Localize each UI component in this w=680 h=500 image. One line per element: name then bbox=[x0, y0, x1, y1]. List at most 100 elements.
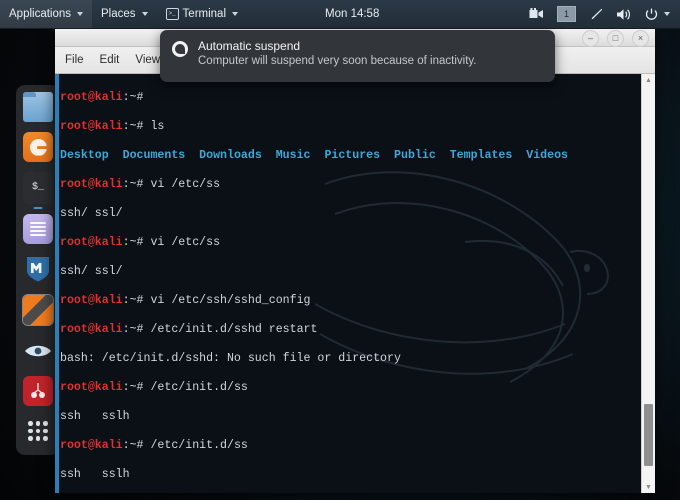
terminal-body[interactable]: root@kali:~# root@kali:~# ls Desktop Doc… bbox=[55, 74, 655, 493]
dock-item-text-editor[interactable] bbox=[23, 214, 53, 244]
dir-item: Music bbox=[275, 148, 311, 162]
terminal-output-text: ssh/ ssl/ bbox=[60, 206, 123, 220]
menu-applications[interactable]: Applications bbox=[0, 0, 93, 28]
shell-prompt-user: root@kali bbox=[60, 90, 123, 104]
shell-prompt-tail: :~# bbox=[122, 235, 151, 249]
shell-prompt-user: root@kali bbox=[60, 177, 123, 191]
notification-popup[interactable]: Automatic suspend Computer will suspend … bbox=[160, 30, 555, 82]
terminal-line: root@kali:~# vi /etc/ss bbox=[60, 178, 641, 193]
clock-label: Mon 14:58 bbox=[325, 8, 380, 20]
system-tray: 1 bbox=[523, 0, 676, 28]
dock-item-firefox[interactable] bbox=[23, 132, 53, 162]
active-window-menu-terminal[interactable]: >_ Terminal bbox=[157, 0, 247, 28]
dir-item: Templates bbox=[449, 148, 513, 162]
grid-dot bbox=[28, 421, 33, 426]
terminal-line: root@kali:~# /etc/init.d/ss bbox=[60, 439, 641, 454]
shell-prompt-tail: :~# bbox=[122, 177, 151, 191]
terminal-line: ssh/ ssl/ bbox=[60, 207, 641, 222]
terminal-scrollbar[interactable]: ▲ ▼ bbox=[641, 74, 655, 493]
dock-item-terminal[interactable]: $_ bbox=[23, 172, 53, 204]
terminal-command: /etc/init.d/ss bbox=[150, 380, 248, 394]
shell-prompt-user: root@kali bbox=[60, 438, 123, 452]
notification-text: Automatic suspend Computer will suspend … bbox=[198, 39, 476, 67]
dock-item-show-applications[interactable] bbox=[23, 416, 53, 446]
desktop: Applications Places >_ Terminal Mon 14:5… bbox=[0, 0, 680, 500]
record-camera-glyph bbox=[529, 8, 543, 18]
shell-prompt-user: root@kali bbox=[60, 380, 123, 394]
shell-prompt-tail: :~# bbox=[122, 322, 151, 336]
grid-dot bbox=[28, 436, 33, 441]
pen-icon[interactable] bbox=[583, 0, 609, 28]
dir-item: Pictures bbox=[324, 148, 381, 162]
terminal-output[interactable]: root@kali:~# root@kali:~# ls Desktop Doc… bbox=[59, 74, 641, 493]
metasploit-shield-icon bbox=[27, 257, 49, 282]
eye-icon bbox=[25, 345, 51, 357]
dir-item: Desktop bbox=[60, 148, 109, 162]
menu-applications-label: Applications bbox=[9, 8, 72, 20]
active-window-label: Terminal bbox=[182, 8, 227, 20]
top-panel: Applications Places >_ Terminal Mon 14:5… bbox=[0, 0, 680, 29]
terminal-command: /etc/init.d/ss bbox=[150, 438, 248, 452]
grid-dot bbox=[28, 428, 33, 434]
close-button[interactable]: × bbox=[632, 30, 649, 47]
menu-places[interactable]: Places bbox=[92, 0, 157, 28]
grid-dot bbox=[43, 421, 48, 426]
editor-line bbox=[30, 234, 46, 236]
editor-line bbox=[30, 230, 46, 232]
terminal-line: root@kali:~# bbox=[60, 91, 641, 106]
screen-recorder-icon[interactable] bbox=[523, 0, 550, 28]
shell-prompt-user: root@kali bbox=[60, 119, 123, 133]
scrollbar-thumb[interactable] bbox=[644, 404, 653, 466]
dock-item-metasploit[interactable] bbox=[23, 254, 53, 284]
shell-prompt-user: root@kali bbox=[60, 322, 123, 336]
clock[interactable]: Mon 14:58 bbox=[325, 0, 379, 28]
workspace-number: 1 bbox=[557, 6, 576, 22]
shell-prompt-user: root@kali bbox=[60, 293, 123, 307]
terminal-command: /etc/init.d/sshd restart bbox=[150, 322, 318, 336]
scroll-up-icon[interactable]: ▲ bbox=[642, 74, 655, 86]
shell-prompt-tail: :~# bbox=[122, 380, 151, 394]
power-menu-button[interactable] bbox=[639, 0, 676, 28]
dir-item: Downloads bbox=[199, 148, 262, 162]
dir-item: Public bbox=[394, 148, 436, 162]
notification-title: Automatic suspend bbox=[198, 39, 301, 53]
workspace-switcher[interactable]: 1 bbox=[551, 0, 582, 28]
terminal-output-text: ssh sslh bbox=[60, 409, 130, 423]
shell-prompt-tail: :~# bbox=[122, 293, 151, 307]
terminal-line: root@kali:~# ls bbox=[60, 120, 641, 135]
suspend-icon bbox=[172, 41, 188, 57]
scroll-down-icon[interactable]: ▼ bbox=[642, 481, 655, 493]
terminal-window: – □ × File Edit View root@kali:~# root@k… bbox=[55, 28, 655, 493]
menu-file[interactable]: File bbox=[65, 54, 84, 66]
volume-icon[interactable] bbox=[610, 0, 638, 28]
terminal-line-dirs: Desktop Documents Downloads Music Pictur… bbox=[60, 149, 641, 164]
dir-item: Videos bbox=[526, 148, 568, 162]
terminal-output-text: ssh sslh bbox=[60, 467, 130, 481]
terminal-command: vi /etc/ss bbox=[150, 177, 221, 191]
dock-item-files[interactable] bbox=[23, 92, 53, 122]
terminal-line: ssh sslh bbox=[60, 468, 641, 483]
terminal-line: root@kali:~# /etc/init.d/ss bbox=[60, 381, 641, 396]
pen-glyph bbox=[591, 8, 603, 19]
grid-dot bbox=[35, 436, 41, 441]
maximize-button[interactable]: □ bbox=[607, 30, 624, 47]
burp-glyph bbox=[23, 295, 53, 325]
menu-view[interactable]: View bbox=[135, 54, 160, 66]
dock-item-cherrytree[interactable] bbox=[23, 376, 53, 406]
grid-dot bbox=[43, 436, 48, 441]
dock-item-burpsuite[interactable] bbox=[22, 294, 54, 326]
terminal-icon: >_ bbox=[165, 8, 179, 20]
chevron-down-icon bbox=[77, 12, 84, 16]
menu-edit[interactable]: Edit bbox=[100, 54, 120, 66]
terminal-line: bash: /etc/init.d/sshd: No such file or … bbox=[60, 352, 641, 367]
shell-prompt-tail: :~# bbox=[122, 119, 151, 133]
editor-line bbox=[30, 226, 46, 228]
dock-item-wireshark[interactable] bbox=[23, 336, 53, 366]
minimize-button[interactable]: – bbox=[582, 30, 599, 47]
grid-dot bbox=[35, 428, 41, 434]
terminal-output-text: ssh/ ssl/ bbox=[60, 264, 123, 278]
terminal-command: vi /etc/ssh/sshd_config bbox=[150, 293, 311, 307]
terminal-output-text: bash: /etc/init.d/sshd: No such file or … bbox=[60, 351, 401, 365]
